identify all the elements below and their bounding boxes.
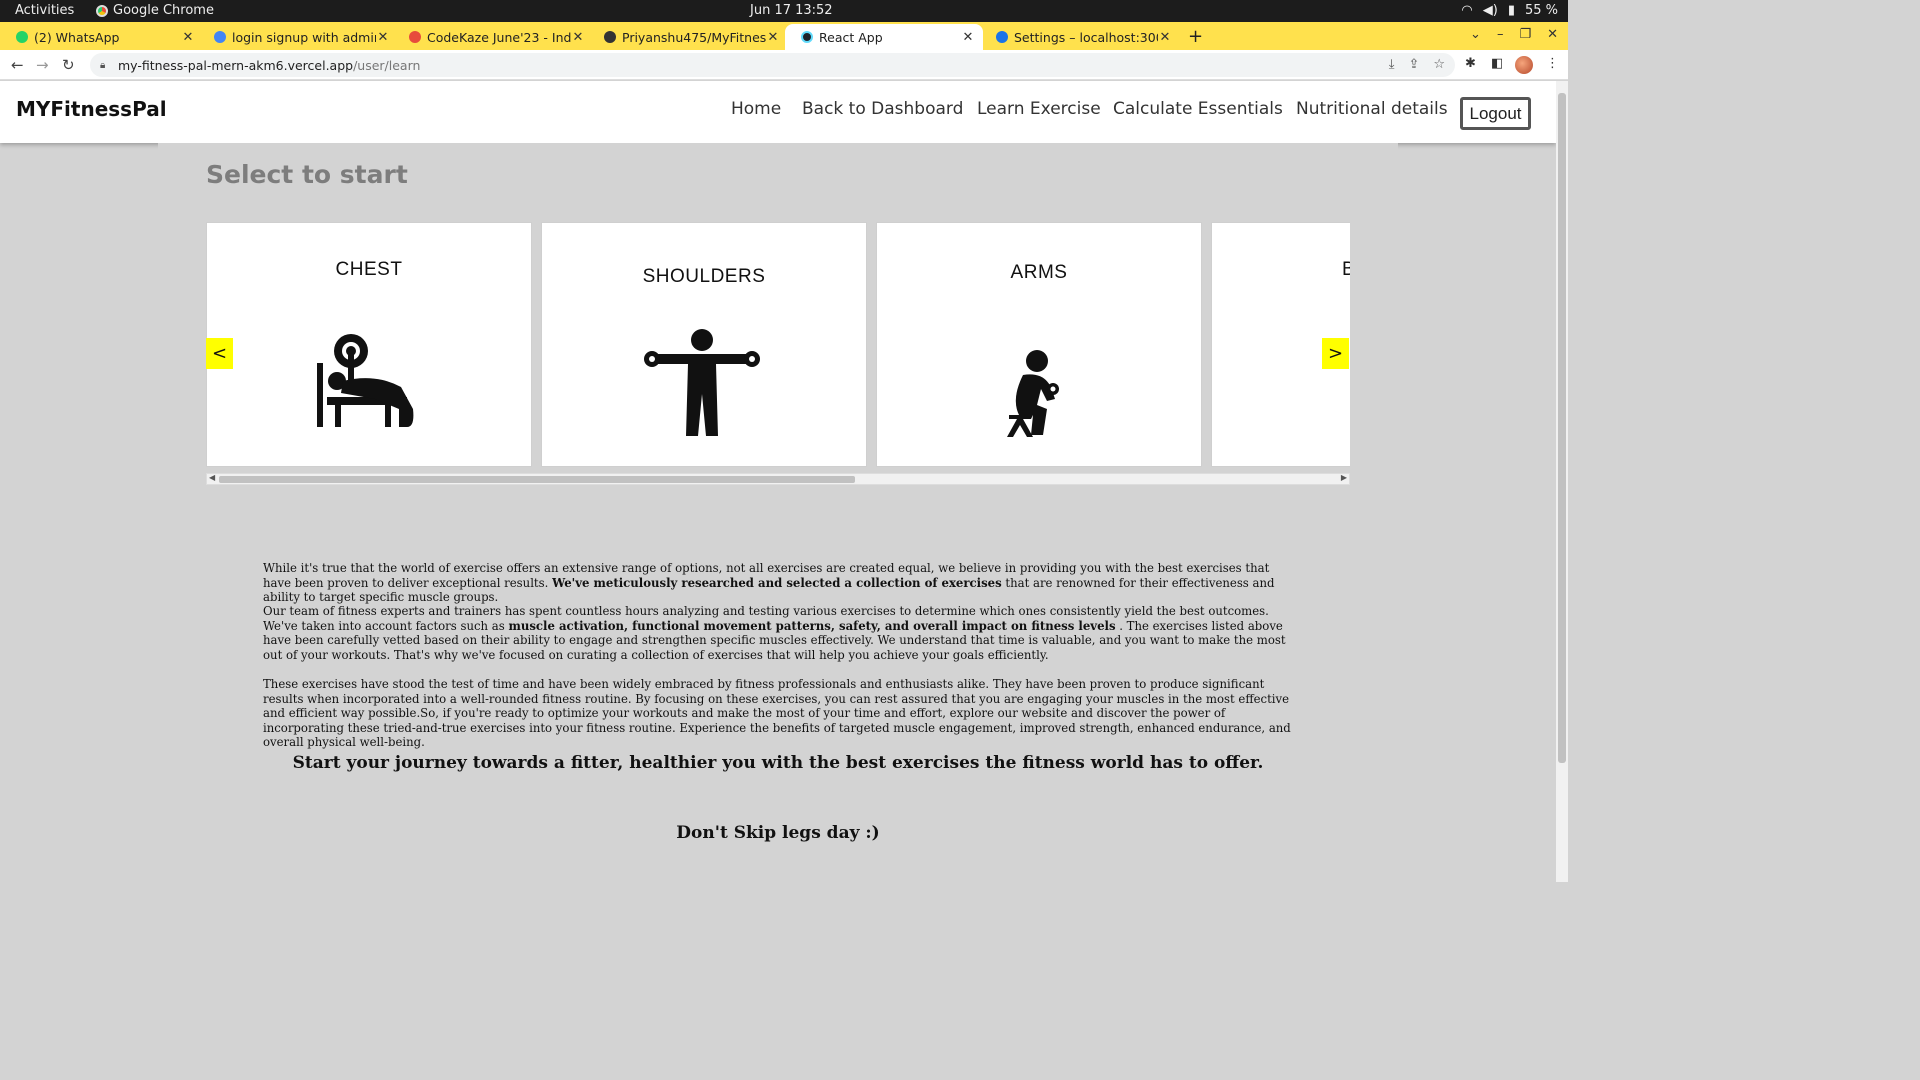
close-icon[interactable]: ✕ [571,30,585,45]
page-scrollbar-thumb[interactable] [1558,93,1566,763]
extensions-icon[interactable]: ✱ [1465,56,1476,71]
chrome-icon [96,4,108,17]
activities-button[interactable]: Activities [15,3,74,18]
scrollbar-thumb[interactable] [219,476,855,483]
card-chest[interactable]: CHEST [206,222,532,467]
legs-day-note: Don't Skip legs day :) [676,823,880,843]
tab-title: CodeKaze June'23 - India' [427,29,571,45]
app-menu[interactable]: Google Chrome [96,3,214,18]
tab-react-app[interactable]: React App ✕ [785,24,983,50]
intro-paragraph: While it's true that the world of exerci… [263,561,1293,605]
close-icon[interactable]: ✕ [961,30,975,45]
whatsapp-icon [16,31,28,43]
tab-google-search[interactable]: login signup with admin p ✕ [198,24,398,50]
card-label: B [1342,259,1350,280]
tab-github[interactable]: Priyanshu475/MyFitnessP ✕ [588,24,788,50]
minimize-icon[interactable]: – [1497,27,1504,42]
address-bar[interactable]: 🔒︎ my-fitness-pal-mern-akm6.vercel.app /… [90,53,1455,77]
bold-text: We've meticulously researched and select… [552,575,1002,590]
logout-button[interactable]: Logout [1460,97,1531,130]
card-arms[interactable]: ARMS [876,222,1202,467]
share-icon[interactable]: ⇪ [1408,57,1419,72]
experts-paragraph: Our team of fitness experts and trainers… [263,604,1293,662]
forward-icon[interactable]: → [36,56,49,74]
github-icon [604,31,616,43]
url-path: /user/learn [353,57,421,73]
tab-search-icon[interactable]: ⌄ [1470,27,1481,42]
tab-title: Priyanshu475/MyFitnessP [622,29,766,45]
carousel-next-button[interactable]: > [1322,338,1349,369]
menu-kebab-icon[interactable]: ⋮ [1546,56,1559,71]
carousel-scrollbar[interactable]: ◀ ▶ [206,473,1350,485]
new-tab-button[interactable]: + [1188,26,1203,47]
app-name: Google Chrome [113,3,214,18]
card-label: CHEST [335,259,403,280]
dumbbell-curl-icon [1007,350,1059,437]
close-icon[interactable]: ✕ [376,30,390,45]
scroll-left-icon[interactable]: ◀ [209,473,215,482]
lock-icon[interactable]: 🔒︎ [100,60,110,71]
back-icon[interactable]: ← [11,56,24,74]
nav-nutritional-details[interactable]: Nutritional details [1296,99,1448,119]
web-page: MYFitnessPal Home Back to Dashboard Lear… [0,81,1568,882]
tagline: Start your journey towards a fitter, hea… [292,753,1264,773]
nav-learn-exercise[interactable]: Learn Exercise [977,99,1101,119]
scroll-right-icon[interactable]: ▶ [1341,473,1347,482]
close-icon[interactable]: ✕ [766,30,780,45]
tab-settings[interactable]: Settings – localhost:3000 ✕ [980,24,1180,50]
side-panel-icon[interactable]: ◧ [1491,56,1503,71]
bench-press-icon [317,334,414,427]
site-navbar: MYFitnessPal Home Back to Dashboard Lear… [0,81,1556,143]
close-icon[interactable]: ✕ [1158,30,1172,45]
tab-strip: (2) WhatsApp ✕ login signup with admin p… [0,22,1568,50]
google-icon [214,31,226,43]
reload-icon[interactable]: ↻ [62,56,75,74]
browser-toolbar: ← → ↻ 🔒︎ my-fitness-pal-mern-akm6.vercel… [0,50,1568,80]
tab-codekaze[interactable]: CodeKaze June'23 - India' ✕ [393,24,593,50]
exercise-carousel[interactable]: CHEST SHOULDERS ARMS B < > [206,222,1350,467]
tab-title: (2) WhatsApp [34,29,120,45]
carousel-prev-button[interactable]: < [206,338,233,369]
install-icon[interactable]: ⤓ [1389,57,1395,72]
tab-whatsapp[interactable]: (2) WhatsApp ✕ [0,24,203,50]
card-label: SHOULDERS [642,266,766,287]
system-tray[interactable]: ◠ ◀) ▮ 55 % [1461,3,1558,18]
nav-home[interactable]: Home [731,99,781,119]
results-paragraph: These exercises have stood the test of t… [263,677,1291,750]
tab-title: Settings – localhost:3000 [1014,29,1158,45]
lateral-raise-icon [644,329,760,436]
learn-container: Select to start CHEST SHOULDERS ARMS B <… [158,143,1398,882]
bookmark-star-icon[interactable]: ☆ [1433,57,1445,72]
card-label: ARMS [1010,262,1068,283]
card-shoulders[interactable]: SHOULDERS [541,222,867,467]
gear-icon [996,31,1008,43]
profile-avatar[interactable] [1515,56,1533,74]
brand-logo[interactable]: MYFitnessPal [16,97,167,121]
system-top-bar: Activities Google Chrome Jun 17 13:52 ◠ … [0,0,1568,22]
tab-title: React App [819,29,883,45]
bold-text: muscle activation, functional movement p… [508,618,1116,633]
volume-icon: ◀) [1482,3,1498,18]
battery-icon: ▮ [1507,3,1515,18]
codekaze-icon [409,31,421,43]
window-controls: ⌄ – ❐ ✕ [1470,27,1558,42]
page-title: Select to start [206,160,408,189]
maximize-icon[interactable]: ❐ [1519,27,1531,42]
close-window-icon[interactable]: ✕ [1547,27,1558,42]
close-icon[interactable]: ✕ [181,30,195,45]
nav-back-to-dashboard[interactable]: Back to Dashboard [802,99,963,119]
battery-percent: 55 % [1524,3,1558,18]
wifi-icon: ◠ [1461,3,1473,18]
clock[interactable]: Jun 17 13:52 [750,3,833,18]
page-scrollbar[interactable] [1556,81,1568,882]
react-icon [801,31,813,43]
nav-calculate-essentials[interactable]: Calculate Essentials [1113,99,1283,119]
tab-title: login signup with admin p [232,29,376,45]
url-host: my-fitness-pal-mern-akm6.vercel.app [118,57,354,73]
